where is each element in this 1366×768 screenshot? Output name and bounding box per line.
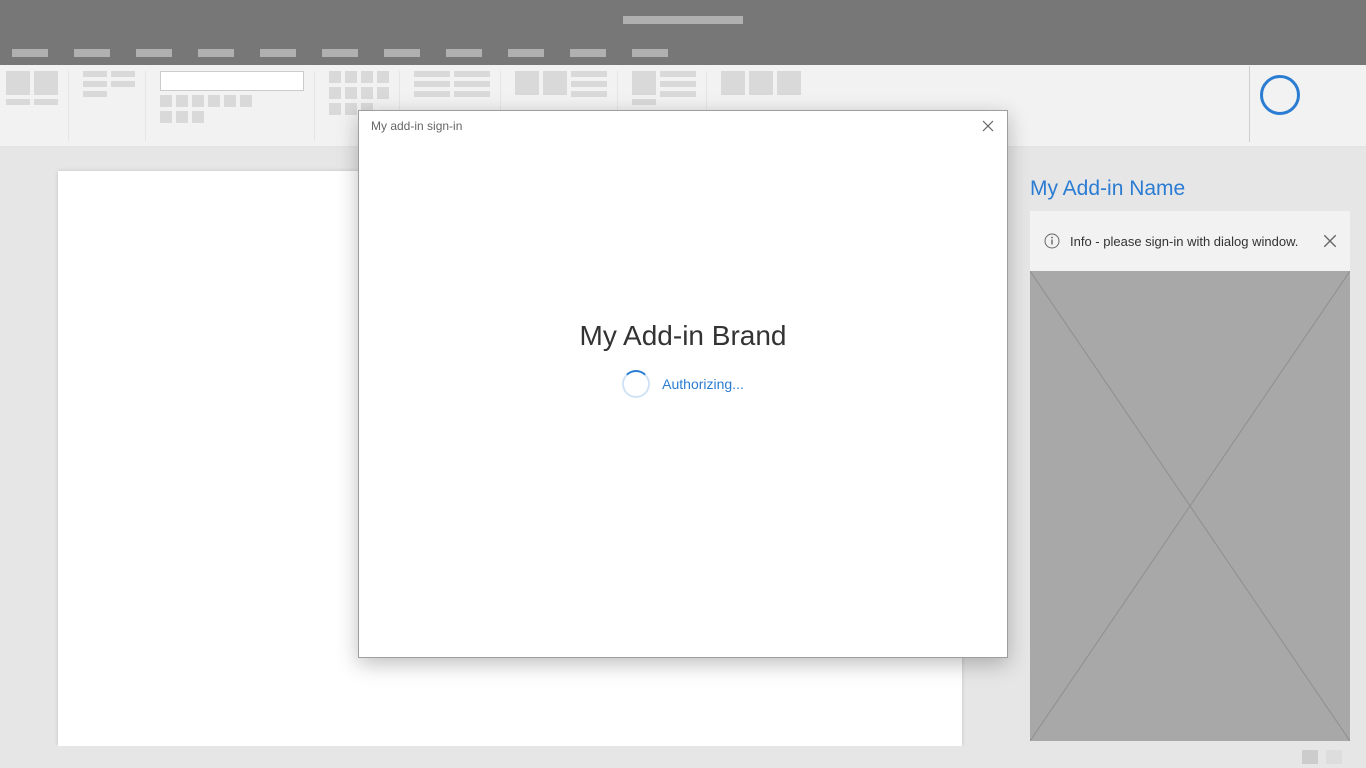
authorizing-row: Authorizing... bbox=[622, 370, 744, 398]
info-close-button[interactable] bbox=[1322, 233, 1338, 249]
placeholder-x-icon bbox=[1030, 211, 1350, 741]
addin-brand-title: My Add-in Brand bbox=[580, 320, 787, 352]
ribbon-tab[interactable] bbox=[260, 49, 296, 57]
ribbon-group bbox=[160, 71, 315, 141]
spinner-icon bbox=[622, 370, 650, 398]
ribbon-group bbox=[83, 71, 146, 141]
status-view-button[interactable] bbox=[1326, 750, 1342, 764]
ribbon-input[interactable] bbox=[160, 71, 304, 91]
status-bar bbox=[0, 746, 1366, 768]
ribbon-tab[interactable] bbox=[74, 49, 110, 57]
authorizing-label: Authorizing... bbox=[662, 376, 744, 392]
taskpane-body: Info - please sign-in with dialog window… bbox=[1030, 211, 1350, 741]
ribbon-tab[interactable] bbox=[446, 49, 482, 57]
status-view-button[interactable] bbox=[1302, 750, 1318, 764]
ribbon-tab[interactable] bbox=[322, 49, 358, 57]
taskpane: My Add-in Name Info - please sign-in wit… bbox=[1016, 167, 1366, 752]
dialog-content: My Add-in Brand Authorizing... bbox=[359, 101, 1007, 617]
ribbon-tabs bbox=[0, 40, 1366, 65]
ribbon-tab[interactable] bbox=[570, 49, 606, 57]
ribbon-group bbox=[6, 71, 69, 141]
ribbon-tab[interactable] bbox=[384, 49, 420, 57]
taskpane-title: My Add-in Name bbox=[1030, 177, 1356, 201]
ribbon-tab[interactable] bbox=[12, 49, 48, 57]
info-message: Info - please sign-in with dialog window… bbox=[1070, 234, 1298, 249]
ribbon-tab[interactable] bbox=[136, 49, 172, 57]
addin-ribbon-icon[interactable] bbox=[1260, 75, 1300, 115]
ribbon-tab[interactable] bbox=[198, 49, 234, 57]
info-icon bbox=[1044, 233, 1060, 249]
ribbon-tab[interactable] bbox=[632, 49, 668, 57]
signin-dialog: My add-in sign-in My Add-in Brand Author… bbox=[358, 110, 1008, 658]
app-titlebar bbox=[0, 0, 1366, 40]
title-placeholder bbox=[623, 16, 743, 24]
info-bar: Info - please sign-in with dialog window… bbox=[1030, 211, 1350, 271]
ribbon-tab[interactable] bbox=[508, 49, 544, 57]
